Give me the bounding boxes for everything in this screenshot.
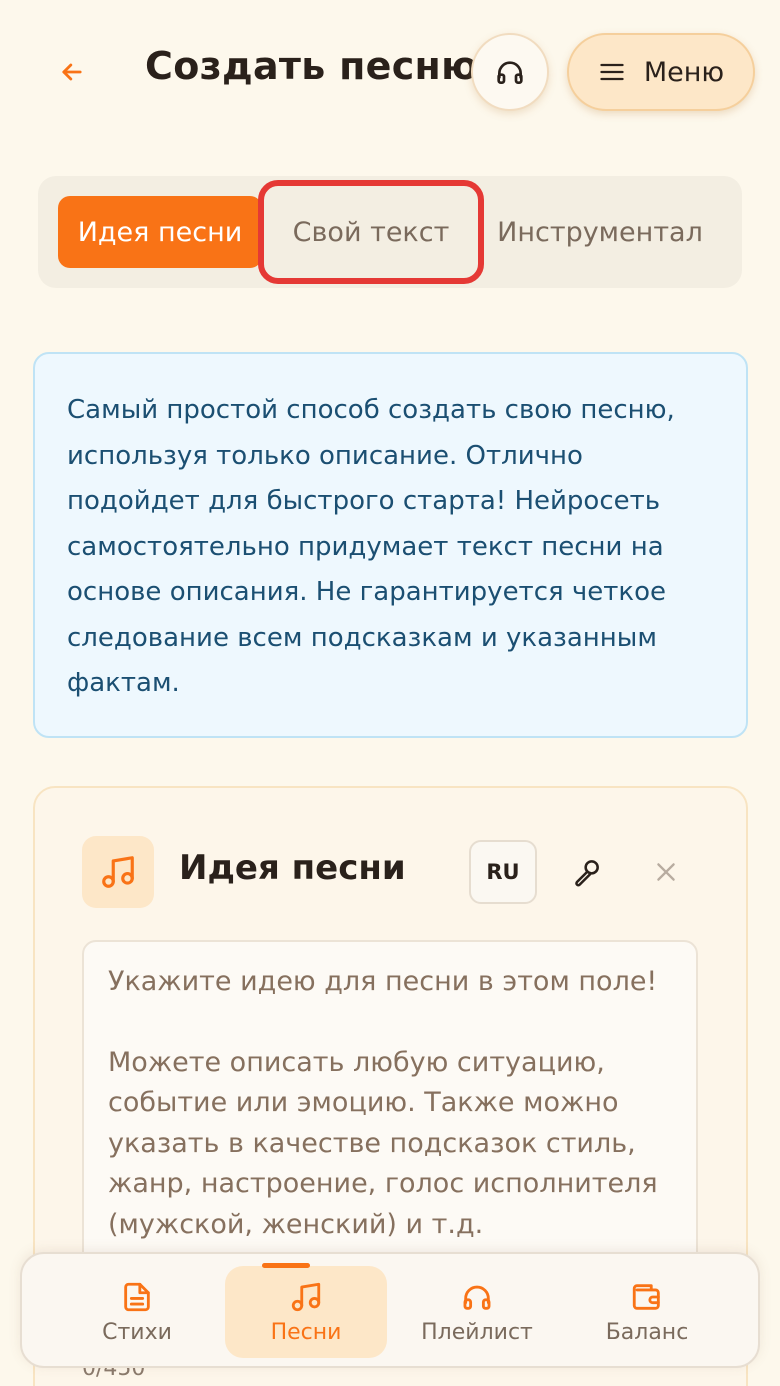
nav-label-songs: Песни — [270, 1319, 342, 1345]
card-icon — [82, 836, 154, 908]
page-title: Создать песню — [145, 44, 479, 88]
microphone-icon — [575, 860, 599, 887]
nav-item-balance[interactable]: Баланс — [566, 1266, 728, 1358]
close-button[interactable] — [640, 846, 692, 898]
headphones-icon — [463, 1285, 491, 1310]
arrow-left-icon — [62, 63, 82, 81]
bottom-nav: Стихи Песни Плейлист Баланс — [20, 1252, 760, 1368]
back-button[interactable] — [52, 52, 92, 92]
language-button[interactable]: RU — [469, 840, 537, 904]
nav-label-playlist: Плейлист — [421, 1319, 533, 1345]
hamburger-icon — [600, 63, 624, 81]
menu-button[interactable]: Меню — [567, 33, 755, 111]
music-note-icon — [291, 1282, 321, 1311]
document-icon — [124, 1282, 150, 1311]
nav-item-poems[interactable]: Стихи — [56, 1266, 218, 1358]
nav-label-balance: Баланс — [605, 1319, 689, 1345]
menu-label: Меню — [643, 56, 725, 88]
mode-tabs: Идея песни Свой текст Инструментал — [38, 176, 742, 288]
player-button[interactable] — [471, 33, 549, 111]
nav-item-songs[interactable]: Песни — [225, 1266, 387, 1358]
card-title: Идея песни — [179, 848, 406, 888]
nav-item-playlist[interactable]: Плейлист — [396, 1266, 558, 1358]
close-icon — [657, 863, 675, 881]
nav-label-poems: Стихи — [102, 1319, 172, 1345]
song-idea-input[interactable]: Укажите идею для песни в этом поле! Може… — [82, 940, 698, 1300]
headphones-icon — [497, 61, 523, 84]
create-song-page: Создать песню Меню Идея песни Свой текст… — [0, 0, 780, 1386]
placeholder-line-2: Можете описать любую ситуацию, событие и… — [108, 1046, 658, 1240]
tab-own-lyrics[interactable]: Свой текст — [266, 196, 476, 268]
wallet-icon — [632, 1283, 660, 1310]
active-nav-indicator — [262, 1263, 310, 1268]
info-box: Самый простой способ создать свою песню,… — [33, 352, 748, 738]
microphone-button[interactable] — [562, 846, 612, 898]
music-note-icon — [102, 856, 134, 888]
info-text: Самый простой способ создать свою песню,… — [67, 395, 675, 698]
placeholder-line-1: Укажите идею для песни в этом поле! — [108, 966, 658, 997]
tab-song-idea[interactable]: Идея песни — [58, 196, 262, 268]
tab-instrumental[interactable]: Инструментал — [488, 196, 712, 268]
